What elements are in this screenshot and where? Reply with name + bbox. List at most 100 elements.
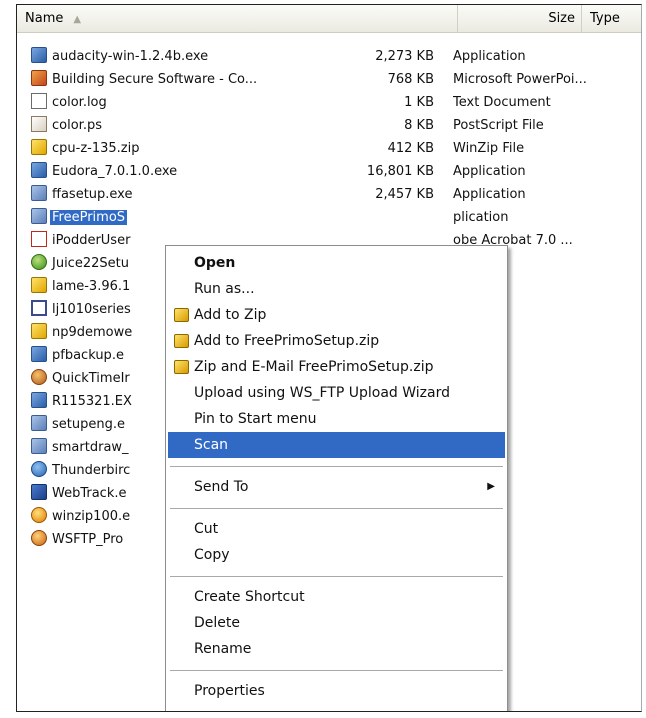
column-header-type[interactable]: Type [582, 5, 641, 32]
file-name: pfbackup.e [52, 348, 124, 363]
file-name-cell: color.ps [31, 114, 361, 137]
file-name-cell: FreePrimoS [31, 206, 361, 229]
file-row[interactable]: cpu-z-135.zip 412 KB WinZip File [17, 137, 641, 160]
menu-item-scan-label: Scan [194, 437, 229, 453]
column-header-size[interactable]: Size [458, 5, 582, 32]
menu-item-add-to-named-zip-label: Add to FreePrimoSetup.zip [194, 333, 380, 349]
menu-item-rename[interactable]: Rename [168, 636, 505, 662]
column-header-type-label: Type [590, 11, 620, 26]
postscript-icon [31, 116, 47, 132]
file-name: smartdraw_ [52, 440, 129, 455]
menu-item-pin-start[interactable]: Pin to Start menu [168, 406, 505, 432]
menu-item-copy-label: Copy [194, 547, 230, 563]
winzip-icon [31, 139, 47, 155]
menu-item-open-label: Open [194, 255, 236, 271]
file-name: np9demowe [52, 325, 133, 340]
menu-item-upload-ftp[interactable]: Upload using WS_FTP Upload Wizard [168, 380, 505, 406]
file-name: Eudora_7.0.1.0.exe [52, 164, 178, 179]
wsftp-icon [31, 530, 47, 546]
context-menu: Open Run as... Add to Zip Add to FreePri… [165, 245, 508, 711]
menu-separator [170, 466, 503, 467]
file-row[interactable]: audacity-win-1.2.4b.exe 2,273 KB Applicati… [17, 45, 641, 68]
quicktime-icon [31, 369, 47, 385]
exe-icon [31, 162, 47, 178]
winzip-icon [31, 323, 47, 339]
file-type: WinZip File [453, 141, 525, 156]
file-type: Application [453, 187, 526, 202]
menu-item-delete-label: Delete [194, 615, 240, 631]
menu-separator [170, 576, 503, 577]
column-header-size-label: Size [548, 11, 575, 26]
column-header-bar: Name ▲ Size Type [17, 5, 641, 33]
file-name: setupeng.e [52, 417, 125, 432]
column-header-name[interactable]: Name ▲ [17, 5, 458, 32]
powerpoint-icon [31, 70, 47, 86]
file-size: 16,801 KB [366, 164, 434, 179]
exe-icon [31, 47, 47, 63]
menu-item-cut[interactable]: Cut [168, 516, 505, 542]
column-header-name-label: Name [25, 11, 64, 26]
menu-item-zip-email[interactable]: Zip and E-Mail FreePrimoSetup.zip [168, 354, 505, 380]
setup-icon [31, 208, 47, 224]
menu-item-create-shortcut[interactable]: Create Shortcut [168, 584, 505, 610]
file-row[interactable]: color.log 1 KB Text Document [17, 91, 641, 114]
exe-icon [31, 346, 47, 362]
file-size: 2,273 KB [375, 49, 434, 64]
file-size: 768 KB [387, 72, 434, 87]
file-row[interactable]: ffasetup.exe 2,457 KB Application [17, 183, 641, 206]
menu-item-open[interactable]: Open [168, 250, 505, 276]
file-name-cell: cpu-z-135.zip [31, 137, 361, 160]
menu-item-create-shortcut-label: Create Shortcut [194, 589, 305, 605]
file-name: WebTrack.e [52, 486, 127, 501]
file-size: 412 KB [387, 141, 434, 156]
file-name: QuickTimeIr [52, 371, 130, 386]
winzip-exe-icon [31, 507, 47, 523]
green-disc-icon [31, 254, 47, 270]
menu-item-run-as[interactable]: Run as... [168, 276, 505, 302]
file-name: WSFTP_Pro [52, 532, 124, 547]
pdf-icon [31, 231, 47, 247]
menu-item-properties-label: Properties [194, 683, 265, 699]
file-row[interactable]: Eudora_7.0.1.0.exe 16,801 KB Application [17, 160, 641, 183]
file-name: color.ps [52, 118, 102, 133]
menu-item-copy[interactable]: Copy [168, 542, 505, 568]
menu-item-send-to[interactable]: Send To ▶ [168, 474, 505, 500]
menu-item-cut-label: Cut [194, 521, 219, 537]
menu-item-scan[interactable]: Scan [168, 432, 505, 458]
file-row[interactable]: Building Secure Software - Co... 768 KB Mi… [17, 68, 641, 91]
file-size: 8 KB [404, 118, 434, 133]
menu-separator [170, 508, 503, 509]
file-name: FreePrimoS [50, 210, 128, 225]
menu-item-properties[interactable]: Properties [168, 678, 505, 704]
winzip-icon [31, 277, 47, 293]
file-size: 1 KB [404, 95, 434, 110]
file-name: Juice22Setu [52, 256, 129, 271]
menu-item-delete[interactable]: Delete [168, 610, 505, 636]
file-name: Building Secure Software - Co... [52, 72, 258, 87]
winzip-icon [174, 308, 189, 322]
exe-icon [31, 392, 47, 408]
file-row[interactable]: color.ps 8 KB PostScript File [17, 114, 641, 137]
text-document-icon [31, 93, 47, 109]
menu-item-add-to-named-zip[interactable]: Add to FreePrimoSetup.zip [168, 328, 505, 354]
file-name: iPodderUser [52, 233, 131, 248]
file-name: lj1010series [52, 302, 131, 317]
file-type: Microsoft PowerPoi... [453, 72, 587, 87]
setup-icon [31, 438, 47, 454]
menu-item-rename-label: Rename [194, 641, 252, 657]
file-row-selected[interactable]: FreePrimoS plication [17, 206, 641, 229]
file-name: R115321.EX [52, 394, 132, 409]
file-name: Thunderbirc [52, 463, 131, 478]
file-type: plication [453, 210, 509, 225]
window-icon [31, 300, 47, 316]
submenu-arrow-icon: ▶ [487, 481, 495, 492]
winzip-icon [174, 334, 189, 348]
webtrack-icon [31, 484, 47, 500]
menu-item-add-to-zip[interactable]: Add to Zip [168, 302, 505, 328]
file-name: ffasetup.exe [52, 187, 133, 202]
file-name-cell: ffasetup.exe [31, 183, 361, 206]
file-name: lame-3.96.1 [52, 279, 131, 294]
file-name-cell: Eudora_7.0.1.0.exe [31, 160, 361, 183]
file-size: 2,457 KB [375, 187, 434, 202]
menu-item-pin-start-label: Pin to Start menu [194, 411, 317, 427]
